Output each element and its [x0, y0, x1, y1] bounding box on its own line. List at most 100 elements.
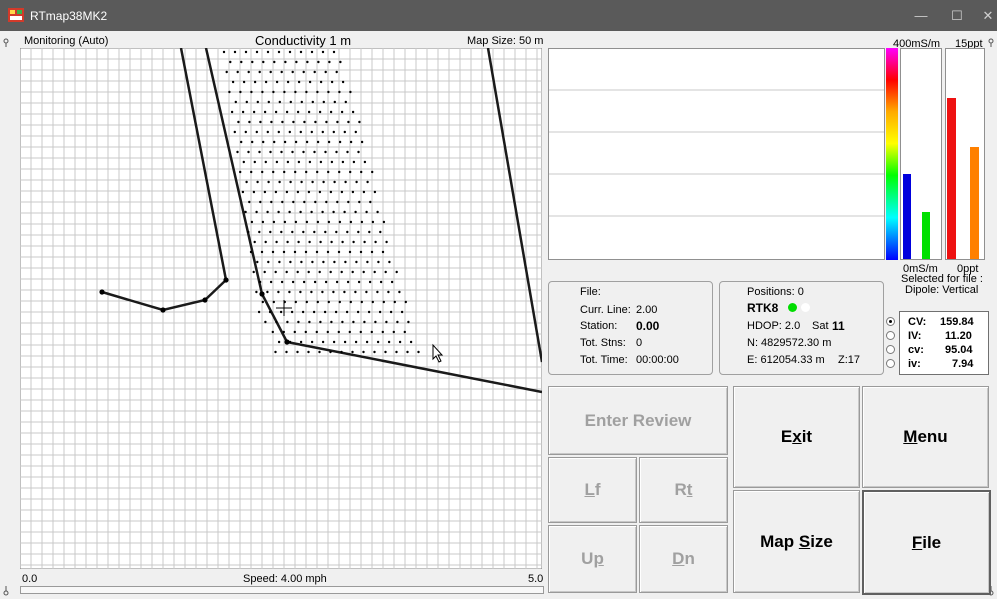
survey-point	[318, 190, 322, 194]
survey-point	[283, 220, 287, 224]
close-button[interactable]: ✕	[965, 0, 997, 31]
survey-point	[343, 130, 346, 134]
survey-point	[281, 120, 284, 124]
survey-point	[274, 110, 278, 114]
survey-point	[294, 300, 297, 304]
survey-point	[406, 350, 409, 354]
speed-bar	[20, 586, 544, 594]
survey-point	[275, 80, 279, 84]
survey-point	[319, 160, 323, 164]
survey-vertex	[160, 307, 166, 313]
survey-map[interactable]	[20, 48, 542, 569]
survey-point	[255, 290, 258, 294]
survey-point	[250, 170, 253, 174]
survey-point	[262, 60, 265, 64]
up-button[interactable]: Up	[548, 525, 637, 593]
left-button[interactable]: Lf	[548, 457, 637, 523]
cv-lower-radio[interactable]	[886, 345, 895, 354]
survey-point	[362, 350, 365, 354]
map-size-button[interactable]: Map Size	[733, 490, 860, 593]
survey-point	[340, 350, 343, 354]
map-size-label: Map Size: 50 m	[467, 35, 544, 47]
survey-point	[407, 320, 410, 324]
survey-point	[283, 90, 286, 94]
down-button[interactable]: Dn	[639, 525, 728, 593]
survey-point	[338, 140, 342, 144]
survey-point	[250, 220, 254, 224]
survey-point	[241, 190, 245, 194]
survey-point	[271, 250, 275, 254]
survey-point	[310, 340, 314, 344]
survey-point	[395, 350, 398, 354]
survey-point	[329, 110, 333, 114]
survey-point	[316, 90, 319, 94]
enter-review-button[interactable]: Enter Review	[548, 386, 728, 455]
survey-point	[302, 280, 306, 284]
survey-point	[278, 100, 281, 104]
survey-point	[294, 90, 297, 94]
survey-point	[247, 230, 250, 234]
survey-point	[337, 330, 340, 334]
survey-point	[341, 320, 344, 324]
resize-grip-icon[interactable]	[2, 38, 10, 48]
right-button[interactable]: Rt	[639, 457, 728, 523]
survey-point	[222, 50, 226, 54]
survey-point	[281, 200, 284, 204]
survey-point	[354, 290, 357, 294]
readings-box: CV: 159.84 IV: 11.20 cv: 95.04 iv: 7.94	[899, 311, 989, 375]
survey-point	[324, 150, 327, 154]
survey-point	[341, 240, 344, 244]
survey-point	[274, 270, 277, 274]
survey-point	[354, 340, 358, 344]
survey-point	[305, 220, 309, 224]
survey-point	[272, 90, 275, 94]
file-button[interactable]: File	[862, 490, 991, 595]
survey-point	[278, 180, 281, 184]
survey-point	[365, 290, 368, 294]
survey-point	[288, 50, 292, 54]
survey-point	[252, 190, 256, 194]
survey-point	[381, 250, 385, 254]
survey-point	[336, 120, 339, 124]
survey-point	[352, 240, 355, 244]
survey-point	[253, 160, 256, 164]
iv-radio[interactable]	[886, 331, 895, 340]
monitoring-mode: Monitoring (Auto)	[24, 35, 109, 47]
resize-grip-icon[interactable]	[987, 38, 995, 48]
survey-point	[288, 130, 291, 134]
exit-button[interactable]: Ex it	[733, 386, 860, 488]
survey-point	[366, 180, 369, 184]
survey-point	[272, 170, 275, 174]
iv-lower-radio[interactable]	[886, 359, 895, 368]
survey-point	[363, 160, 367, 164]
survey-point	[349, 90, 352, 94]
survey-point	[318, 350, 321, 354]
survey-point	[296, 190, 300, 194]
survey-point	[291, 280, 295, 284]
resize-grip-icon[interactable]	[2, 586, 10, 596]
survey-point	[299, 130, 302, 134]
survey-point	[308, 320, 311, 324]
reading-value: 7.94	[952, 358, 974, 370]
survey-point	[319, 320, 322, 324]
survey-point	[272, 220, 276, 224]
survey-point	[371, 300, 374, 304]
survey-point	[311, 260, 314, 264]
survey-point	[346, 230, 349, 234]
survey-point	[256, 260, 259, 264]
cv-radio[interactable]	[886, 317, 895, 326]
cv-gauge-bar	[903, 174, 911, 259]
survey-point	[255, 130, 258, 134]
menu-button[interactable]: Menu	[862, 386, 989, 488]
survey-vertex	[223, 277, 229, 283]
survey-point	[305, 170, 308, 174]
survey-point	[322, 100, 325, 104]
survey-point	[325, 200, 328, 204]
survey-point	[362, 270, 365, 274]
rtk-status: RTK8	[747, 301, 779, 315]
survey-vertex	[99, 289, 105, 295]
survey-point	[296, 270, 299, 274]
scale-start: 0.0	[22, 573, 38, 585]
survey-vertex	[259, 291, 265, 297]
survey-point	[314, 200, 317, 204]
